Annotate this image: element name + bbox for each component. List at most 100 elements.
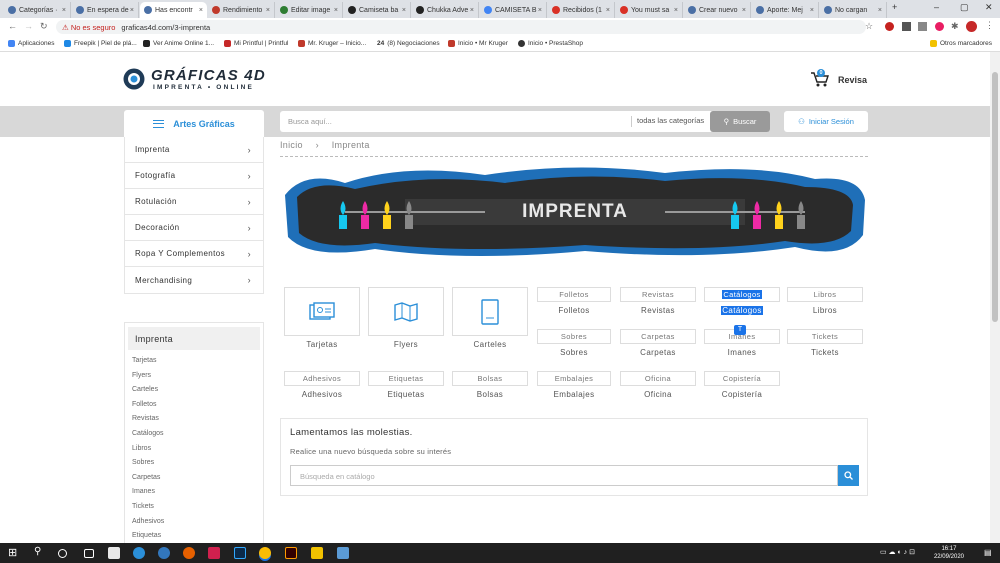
close-icon[interactable]: × (334, 7, 338, 14)
extension-icon[interactable] (935, 22, 944, 31)
search-icon[interactable]: ⚲ (34, 546, 46, 558)
sidebar-link[interactable]: Tickets (125, 500, 263, 515)
puzzle-icon[interactable]: ✱ (951, 21, 959, 32)
minimize-icon[interactable]: – (934, 2, 939, 12)
task-view-icon[interactable] (84, 549, 94, 558)
photoshop-icon[interactable] (234, 547, 246, 559)
bookmark[interactable]: Mi Printful | Printful (224, 40, 288, 47)
taskbar-clock[interactable]: 16:17 22/09/2020 (934, 545, 964, 561)
browser-tab[interactable]: Camiseta ba × (344, 2, 411, 18)
category-tile-catalogos[interactable]: Catálogos Catálogos (704, 287, 780, 315)
scrollbar-thumb[interactable] (992, 72, 998, 322)
close-icon[interactable]: × (130, 7, 134, 14)
category-tile-revistas[interactable]: Revistas Revistas (620, 287, 696, 315)
category-tile-flyers[interactable]: Flyers (368, 287, 444, 349)
sidebar-link[interactable]: Libros (125, 442, 263, 457)
chrome-icon[interactable] (259, 547, 271, 559)
browser-tab[interactable]: En espera de × (72, 2, 139, 18)
search-input[interactable]: Busca aquí... (288, 117, 332, 126)
sidebar-link[interactable]: Carpetas (125, 471, 263, 486)
system-tray-icons[interactable]: ▭ ☁ ◐ ♪ ⊡ (880, 548, 915, 556)
browser-tab[interactable]: Aporte: Mej × (752, 2, 819, 18)
sidebar-link[interactable]: Carteles (125, 383, 263, 398)
sidebar-link[interactable]: Imanes (125, 485, 263, 500)
menu-item-ropa[interactable]: Ropa Y Complementos › (125, 241, 263, 267)
close-icon[interactable]: × (266, 7, 270, 14)
close-icon[interactable]: × (62, 7, 66, 14)
firefox-icon[interactable] (183, 547, 195, 559)
browser-tab[interactable]: No cargan × (820, 2, 887, 18)
category-tile-folletos[interactable]: Folletos Folletos (537, 287, 611, 315)
breadcrumb-home[interactable]: Inicio (280, 140, 303, 150)
bookmark[interactable]: Ver Anime Online 1... (143, 40, 214, 47)
menu-item-imprenta[interactable]: Imprenta › (125, 137, 263, 163)
close-icon[interactable]: × (470, 7, 474, 14)
category-select[interactable]: todas las categorías (631, 116, 709, 127)
browser-tab[interactable]: Crear nuevo × (684, 2, 751, 18)
extension-icon[interactable] (918, 22, 927, 31)
close-icon[interactable]: × (742, 7, 746, 14)
windows-start-icon[interactable]: ⊞ (8, 546, 20, 559)
menu-item-merchandising[interactable]: Merchandising › (125, 267, 263, 293)
browser-tab[interactable]: You must sa × (616, 2, 683, 18)
bookmark-other[interactable]: Otros marcadores (930, 40, 992, 47)
close-icon[interactable]: × (606, 7, 610, 14)
reload-icon[interactable]: ↻ (40, 21, 48, 32)
sidebar-link[interactable]: Folletos (125, 398, 263, 413)
cortana-icon[interactable] (58, 549, 67, 558)
category-tile-tickets[interactable]: Tickets Tickets (787, 329, 863, 357)
ie-icon[interactable] (158, 547, 170, 559)
sidebar-link[interactable]: Sobres (125, 456, 263, 471)
category-tile-sobres[interactable]: Sobres Sobres (537, 329, 611, 357)
catalog-search-input[interactable]: Búsqueda en catálogo (290, 465, 838, 486)
browser-tab[interactable]: Editar image × (276, 2, 343, 18)
browser-tab[interactable]: CAMISETA B × (480, 2, 547, 18)
extension-icon[interactable] (902, 22, 911, 31)
category-tile-carpetas[interactable]: Carpetas Carpetas (620, 329, 696, 357)
calculator-icon[interactable] (337, 547, 349, 559)
close-icon[interactable]: × (878, 7, 882, 14)
bookmark[interactable]: 24 (8) Negociaciones (377, 40, 440, 47)
category-tile-adhesivos[interactable]: Adhesivos Adhesivos (284, 371, 360, 399)
close-icon[interactable]: × (402, 7, 406, 14)
close-icon[interactable]: × (199, 7, 203, 14)
browser-tab[interactable]: Rendimiento × (208, 2, 275, 18)
category-tile-oficina[interactable]: Oficina Oficina (620, 371, 696, 399)
bookmark[interactable]: Inicio • PrestaShop (518, 40, 583, 47)
url-input[interactable]: ⚠ No es seguro graficas4d.com/3-imprenta (56, 20, 866, 34)
search-button[interactable]: ⚲ Buscar (710, 111, 770, 132)
new-tab-icon[interactable]: + (892, 2, 897, 12)
window-close-icon[interactable]: ✕ (985, 2, 993, 13)
category-tile-carteles[interactable]: Carteles (452, 287, 528, 349)
illustrator-icon[interactable] (285, 547, 297, 559)
store-icon[interactable] (108, 547, 120, 559)
close-icon[interactable]: × (810, 7, 814, 14)
menu-dots-icon[interactable]: ⋮ (985, 20, 994, 31)
close-icon[interactable]: × (538, 7, 542, 14)
bookmark-apps[interactable]: Aplicaciones (8, 40, 55, 47)
sidebar-link[interactable]: Revistas (125, 412, 263, 427)
menu-item-fotografia[interactable]: Fotografía › (125, 163, 263, 189)
sidebar-link[interactable]: Adhesivos (125, 515, 263, 530)
translate-popup-icon[interactable]: T (734, 325, 746, 335)
avatar[interactable] (966, 21, 977, 32)
sidebar-link[interactable]: Flyers (125, 369, 263, 384)
back-icon[interactable]: ← (8, 21, 17, 31)
close-icon[interactable]: × (674, 7, 678, 14)
browser-tab[interactable]: Chukka Adve × (412, 2, 479, 18)
indesign-icon[interactable] (208, 547, 220, 559)
menu-item-decoracion[interactable]: Decoración › (125, 215, 263, 241)
category-tile-copisteria[interactable]: Copistería Copistería (704, 371, 780, 399)
site-logo[interactable]: GRÁFICAS 4D IMPRENTA • ONLINE (123, 66, 273, 94)
category-tile-bolsas[interactable]: Bolsas Bolsas (452, 371, 528, 399)
category-tile-libros[interactable]: Libros Libros (787, 287, 863, 315)
catalog-search-button[interactable] (838, 465, 859, 486)
extension-icon[interactable] (885, 22, 894, 31)
category-tile-embalajes[interactable]: Embalajes Embalajes (537, 371, 611, 399)
bookmark[interactable]: Freepik | Piel de plá... (64, 40, 137, 47)
star-icon[interactable]: ☆ (865, 21, 873, 32)
edge-icon[interactable] (133, 547, 145, 559)
bookmark[interactable]: Mr. Kruger – Inicio... (298, 40, 366, 47)
cart-button[interactable]: 0 Revisa (810, 69, 867, 88)
login-button[interactable]: ⚇ Iniciar Sesión (784, 111, 868, 132)
